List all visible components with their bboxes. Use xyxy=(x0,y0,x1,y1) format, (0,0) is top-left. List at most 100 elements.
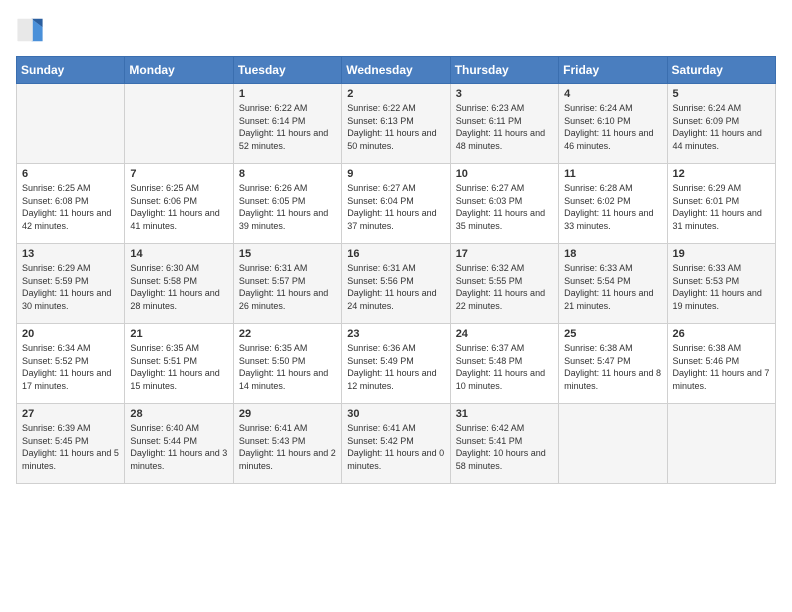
day-info: Sunrise: 6:32 AM Sunset: 5:55 PM Dayligh… xyxy=(456,262,553,312)
calendar-cell: 19Sunrise: 6:33 AM Sunset: 5:53 PM Dayli… xyxy=(667,244,775,324)
logo-icon xyxy=(16,16,44,44)
day-number: 19 xyxy=(673,248,770,260)
calendar-cell: 21 Sunrise: 6:35 AM Sunset: 5:51 PM Dayli… xyxy=(125,324,233,404)
week-row-4: 20Sunrise: 6:34 AM Sunset: 5:52 PM Dayli… xyxy=(17,324,776,404)
day-number: 17 xyxy=(456,248,553,260)
day-number: 11 xyxy=(564,168,661,180)
calendar-cell: 28 Sunrise: 6:40 AM Sunset: 5:44 PM Dayli… xyxy=(125,404,233,484)
day-number: 10 xyxy=(456,168,553,180)
calendar-cell: 24 Sunrise: 6:37 AM Sunset: 5:48 PM Dayli… xyxy=(450,324,558,404)
day-number: 2 xyxy=(347,88,444,100)
day-info: Sunrise: 6:31 AM Sunset: 5:57 PM Dayligh… xyxy=(239,262,336,312)
day-number: 30 xyxy=(347,408,444,420)
day-info: Sunrise: 6:23 AM Sunset: 6:11 PM Dayligh… xyxy=(456,102,553,152)
day-info: Sunrise: 6:33 AM Sunset: 5:54 PM Dayligh… xyxy=(564,262,661,312)
day-number: 23 xyxy=(347,328,444,340)
day-info: Sunrise: 6:25 AM Sunset: 6:06 PM Dayligh… xyxy=(130,182,227,232)
weekday-header-friday: Friday xyxy=(559,57,667,84)
day-number: 15 xyxy=(239,248,336,260)
calendar-cell xyxy=(125,84,233,164)
day-number: 24 xyxy=(456,328,553,340)
day-info: Sunrise: 6:22 AM Sunset: 6:13 PM Dayligh… xyxy=(347,102,444,152)
calendar-cell: 29 Sunrise: 6:41 AM Sunset: 5:43 PM Dayli… xyxy=(233,404,341,484)
day-info: Sunrise: 6:42 AM Sunset: 5:41 PM Dayligh… xyxy=(456,422,553,472)
calendar-cell: 9 Sunrise: 6:27 AM Sunset: 6:04 PM Daylig… xyxy=(342,164,450,244)
day-number: 27 xyxy=(22,408,119,420)
day-number: 20 xyxy=(22,328,119,340)
calendar-cell: 26 Sunrise: 6:38 AM Sunset: 5:46 PM Dayli… xyxy=(667,324,775,404)
week-row-1: 1Sunrise: 6:22 AM Sunset: 6:14 PM Daylig… xyxy=(17,84,776,164)
day-info: Sunrise: 6:35 AM Sunset: 5:51 PM Dayligh… xyxy=(130,342,227,392)
week-row-5: 27 Sunrise: 6:39 AM Sunset: 5:45 PM Dayli… xyxy=(17,404,776,484)
day-number: 28 xyxy=(130,408,227,420)
day-info: Sunrise: 6:40 AM Sunset: 5:44 PM Dayligh… xyxy=(130,422,227,472)
day-number: 8 xyxy=(239,168,336,180)
calendar-cell: 8 Sunrise: 6:26 AM Sunset: 6:05 PM Daylig… xyxy=(233,164,341,244)
day-info: Sunrise: 6:24 AM Sunset: 6:10 PM Dayligh… xyxy=(564,102,661,152)
calendar-cell: 20Sunrise: 6:34 AM Sunset: 5:52 PM Dayli… xyxy=(17,324,125,404)
calendar-cell: 12Sunrise: 6:29 AM Sunset: 6:01 PM Dayli… xyxy=(667,164,775,244)
day-info: Sunrise: 6:27 AM Sunset: 6:04 PM Dayligh… xyxy=(347,182,444,232)
day-number: 5 xyxy=(673,88,770,100)
calendar-table: SundayMondayTuesdayWednesdayThursdayFrid… xyxy=(16,56,776,484)
calendar-cell xyxy=(667,404,775,484)
calendar-cell: 13 Sunrise: 6:29 AM Sunset: 5:59 PM Dayli… xyxy=(17,244,125,324)
day-info: Sunrise: 6:38 AM Sunset: 5:47 PM Dayligh… xyxy=(564,342,661,392)
calendar-cell: 10 Sunrise: 6:27 AM Sunset: 6:03 PM Dayli… xyxy=(450,164,558,244)
day-number: 9 xyxy=(347,168,444,180)
calendar-cell: 16Sunrise: 6:31 AM Sunset: 5:56 PM Dayli… xyxy=(342,244,450,324)
day-info: Sunrise: 6:22 AM Sunset: 6:14 PM Dayligh… xyxy=(239,102,336,152)
day-number: 22 xyxy=(239,328,336,340)
day-number: 4 xyxy=(564,88,661,100)
weekday-header-monday: Monday xyxy=(125,57,233,84)
day-number: 13 xyxy=(22,248,119,260)
calendar-cell: 17 Sunrise: 6:32 AM Sunset: 5:55 PM Dayli… xyxy=(450,244,558,324)
calendar-cell: 1Sunrise: 6:22 AM Sunset: 6:14 PM Daylig… xyxy=(233,84,341,164)
day-number: 26 xyxy=(673,328,770,340)
day-info: Sunrise: 6:38 AM Sunset: 5:46 PM Dayligh… xyxy=(673,342,770,392)
day-info: Sunrise: 6:26 AM Sunset: 6:05 PM Dayligh… xyxy=(239,182,336,232)
day-info: Sunrise: 6:30 AM Sunset: 5:58 PM Dayligh… xyxy=(130,262,227,312)
day-number: 25 xyxy=(564,328,661,340)
calendar-cell: 14Sunrise: 6:30 AM Sunset: 5:58 PM Dayli… xyxy=(125,244,233,324)
calendar-cell: 23 Sunrise: 6:36 AM Sunset: 5:49 PM Dayli… xyxy=(342,324,450,404)
day-info: Sunrise: 6:29 AM Sunset: 5:59 PM Dayligh… xyxy=(22,262,119,312)
weekday-header-thursday: Thursday xyxy=(450,57,558,84)
day-info: Sunrise: 6:31 AM Sunset: 5:56 PM Dayligh… xyxy=(347,262,444,312)
day-number: 21 xyxy=(130,328,227,340)
day-number: 6 xyxy=(22,168,119,180)
weekday-header-tuesday: Tuesday xyxy=(233,57,341,84)
day-number: 3 xyxy=(456,88,553,100)
day-info: Sunrise: 6:41 AM Sunset: 5:42 PM Dayligh… xyxy=(347,422,444,472)
calendar-cell: 18 Sunrise: 6:33 AM Sunset: 5:54 PM Dayli… xyxy=(559,244,667,324)
day-number: 31 xyxy=(456,408,553,420)
calendar-cell: 27 Sunrise: 6:39 AM Sunset: 5:45 PM Dayli… xyxy=(17,404,125,484)
calendar-cell: 7 Sunrise: 6:25 AM Sunset: 6:06 PM Daylig… xyxy=(125,164,233,244)
calendar-cell: 2 Sunrise: 6:22 AM Sunset: 6:13 PM Daylig… xyxy=(342,84,450,164)
day-info: Sunrise: 6:27 AM Sunset: 6:03 PM Dayligh… xyxy=(456,182,553,232)
calendar-cell: 5 Sunrise: 6:24 AM Sunset: 6:09 PM Daylig… xyxy=(667,84,775,164)
weekday-header-saturday: Saturday xyxy=(667,57,775,84)
weekday-header-wednesday: Wednesday xyxy=(342,57,450,84)
calendar-cell: 6Sunrise: 6:25 AM Sunset: 6:08 PM Daylig… xyxy=(17,164,125,244)
calendar-cell: 4 Sunrise: 6:24 AM Sunset: 6:10 PM Daylig… xyxy=(559,84,667,164)
weekday-header-row: SundayMondayTuesdayWednesdayThursdayFrid… xyxy=(17,57,776,84)
calendar-cell: 30 Sunrise: 6:41 AM Sunset: 5:42 PM Dayli… xyxy=(342,404,450,484)
page-header xyxy=(16,16,776,44)
day-info: Sunrise: 6:24 AM Sunset: 6:09 PM Dayligh… xyxy=(673,102,770,152)
day-number: 18 xyxy=(564,248,661,260)
day-info: Sunrise: 6:29 AM Sunset: 6:01 PM Dayligh… xyxy=(673,182,770,232)
week-row-3: 13 Sunrise: 6:29 AM Sunset: 5:59 PM Dayli… xyxy=(17,244,776,324)
day-number: 29 xyxy=(239,408,336,420)
day-info: Sunrise: 6:41 AM Sunset: 5:43 PM Dayligh… xyxy=(239,422,336,472)
day-number: 7 xyxy=(130,168,227,180)
day-info: Sunrise: 6:36 AM Sunset: 5:49 PM Dayligh… xyxy=(347,342,444,392)
week-row-2: 6Sunrise: 6:25 AM Sunset: 6:08 PM Daylig… xyxy=(17,164,776,244)
logo xyxy=(16,16,48,44)
day-info: Sunrise: 6:39 AM Sunset: 5:45 PM Dayligh… xyxy=(22,422,119,472)
calendar-cell xyxy=(17,84,125,164)
day-info: Sunrise: 6:28 AM Sunset: 6:02 PM Dayligh… xyxy=(564,182,661,232)
calendar-cell: 22Sunrise: 6:35 AM Sunset: 5:50 PM Dayli… xyxy=(233,324,341,404)
calendar-cell: 11 Sunrise: 6:28 AM Sunset: 6:02 PM Dayli… xyxy=(559,164,667,244)
day-info: Sunrise: 6:37 AM Sunset: 5:48 PM Dayligh… xyxy=(456,342,553,392)
